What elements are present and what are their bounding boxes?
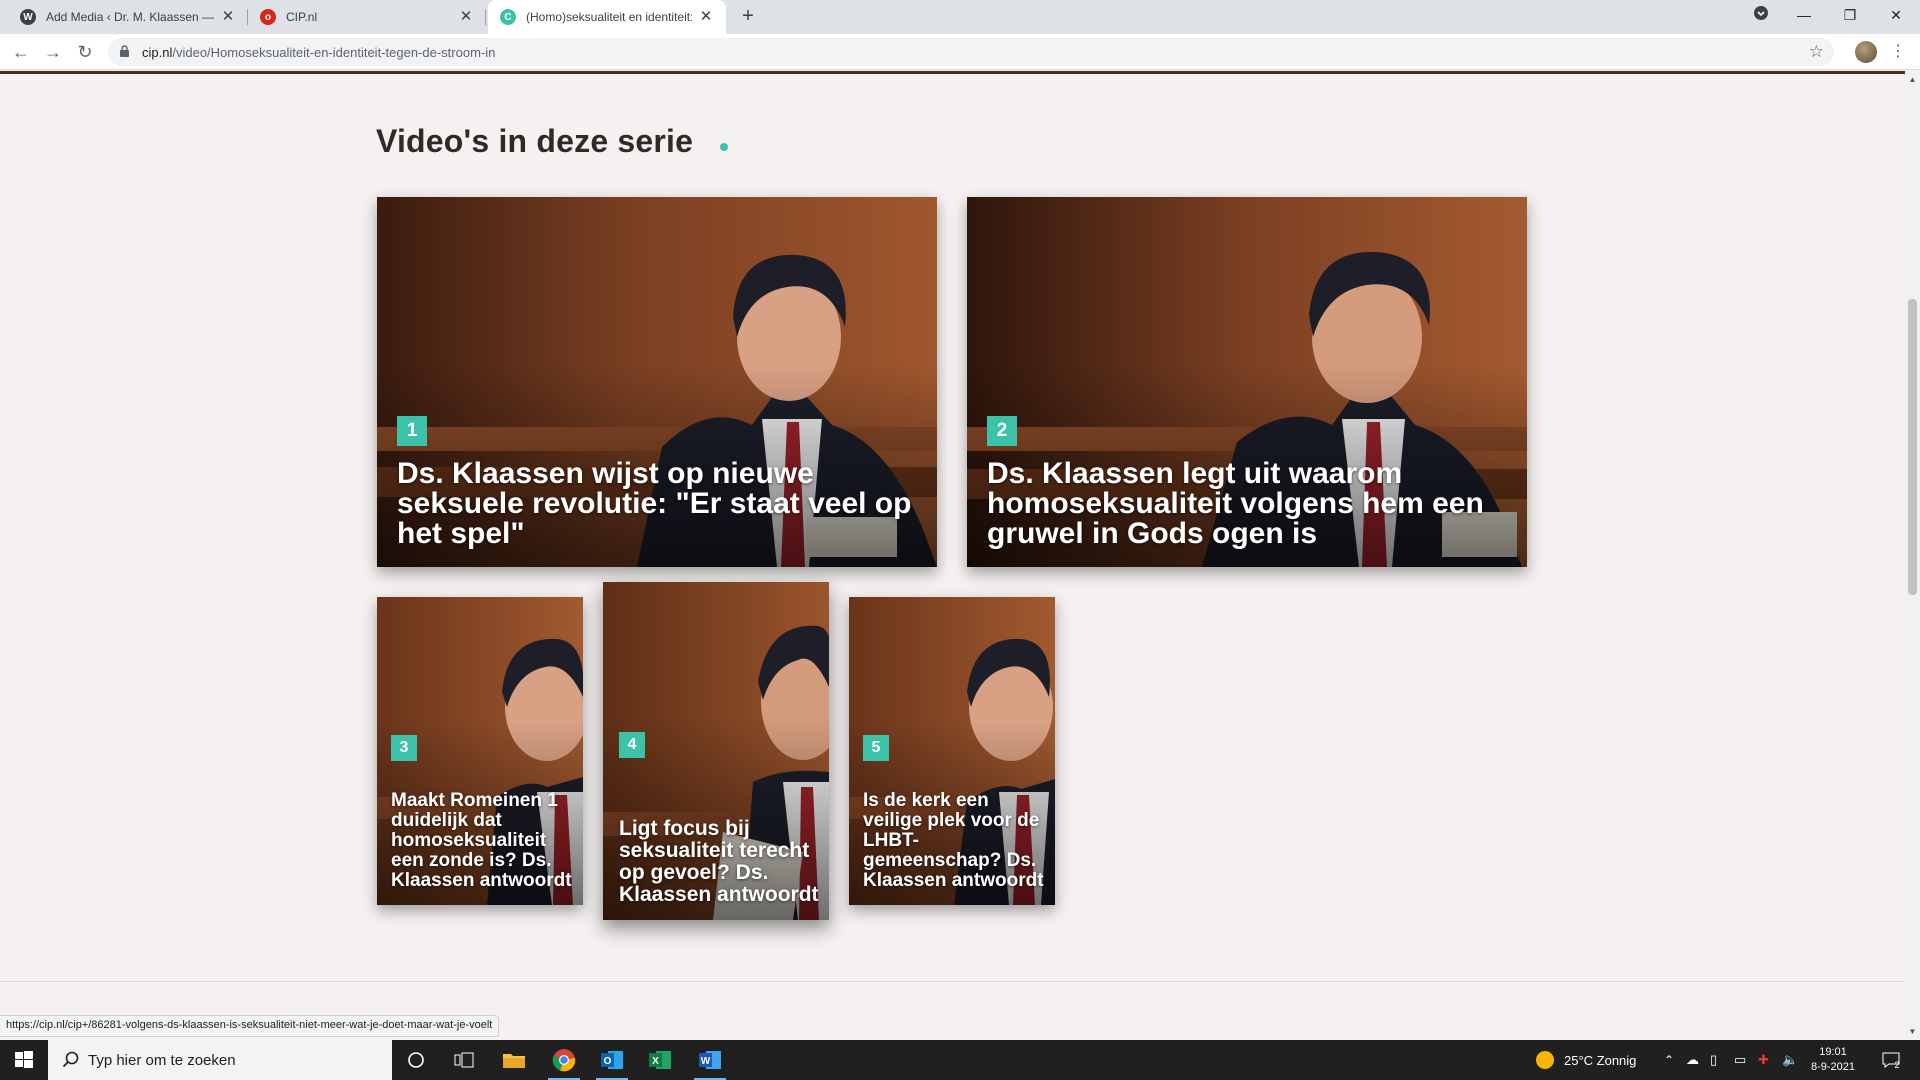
wordpress-icon: W [20, 9, 36, 25]
svg-text:X: X [652, 1056, 659, 1067]
taskbar: Typ hier om te zoeken O X W 25°C Zonnig … [0, 1040, 1920, 1080]
video-card-2[interactable]: 2 Ds. Klaassen legt uit waarom homoseksu… [967, 197, 1527, 567]
url-text: cip.nl/video/Homoseksualiteit-en-identit… [142, 45, 496, 60]
show-hidden-icons[interactable]: ⌃ [1664, 1040, 1674, 1080]
video-number-badge: 4 [619, 732, 645, 758]
close-tab-icon[interactable]: ✕ [220, 9, 236, 25]
status-bar-url: https://cip.nl/cip+/86281-volgens-ds-kla… [0, 1015, 500, 1037]
address-bar[interactable]: cip.nl/video/Homoseksualiteit-en-identit… [108, 38, 1834, 66]
video-title: Ds. Klaassen legt uit waarom homoseksual… [987, 457, 1484, 550]
security-icon[interactable]: ✚ [1758, 1040, 1769, 1080]
outlook-icon[interactable]: O [588, 1040, 636, 1080]
lock-icon [120, 45, 129, 57]
profile-avatar[interactable] [1855, 41, 1877, 63]
new-tab-button[interactable]: + [736, 5, 760, 29]
video-number-badge: 3 [391, 735, 417, 761]
svg-text:W: W [701, 1056, 711, 1067]
forward-icon[interactable]: → [40, 39, 66, 65]
windows-start-icon[interactable] [0, 1040, 48, 1080]
sun-icon [1536, 1051, 1554, 1069]
search-icon [62, 1051, 79, 1068]
back-icon[interactable]: ← [8, 39, 34, 65]
scroll-up-icon[interactable]: ▲ [1905, 75, 1920, 84]
volume-icon[interactable]: 🔈 [1782, 1040, 1798, 1080]
excel-icon[interactable]: X [636, 1040, 684, 1080]
tab-cip[interactable]: o CIP.nl ✕ [248, 0, 486, 34]
close-tab-icon[interactable]: ✕ [698, 9, 714, 25]
page-scrollbar[interactable]: ▲ ▼ [1905, 71, 1920, 1040]
cortana-icon[interactable] [392, 1040, 440, 1080]
svg-text:O: O [604, 1056, 612, 1067]
header-border [0, 71, 1905, 74]
video-card-3[interactable]: 3 Maakt Romeinen 1 duidelijk dat homosek… [377, 597, 583, 905]
bookmark-star-icon[interactable]: ☆ [1809, 42, 1824, 62]
video-card-1[interactable]: 1 Ds. Klaassen wijst op nieuwe seksuele … [377, 197, 937, 567]
video-card-4[interactable]: 4 Ligt focus bij seksualiteit terecht op… [603, 582, 829, 920]
video-title: Ds. Klaassen wijst op nieuwe seksuele re… [397, 457, 912, 550]
device-icon[interactable]: ▯ [1710, 1040, 1717, 1080]
word-icon[interactable]: W [686, 1040, 734, 1080]
section-title: Video's in deze serie [376, 123, 694, 159]
task-view-icon[interactable] [440, 1040, 488, 1080]
reload-icon[interactable]: ↻ [72, 39, 98, 65]
tab-search-icon[interactable] [1738, 0, 1784, 30]
video-title: Maakt Romeinen 1 duidelijk dat homoseksu… [391, 790, 572, 891]
close-window-icon[interactable]: ✕ [1873, 0, 1919, 30]
browser-tab-bar: W Add Media ‹ Dr. M. Klaassen — WordPres… [0, 0, 1920, 34]
scrollbar-thumb[interactable] [1908, 299, 1917, 595]
menu-icon[interactable]: ⋮ [1890, 41, 1906, 61]
network-icon[interactable]: ▭ [1734, 1040, 1746, 1080]
taskbar-search-box[interactable]: Typ hier om te zoeken [48, 1040, 392, 1080]
section-divider [0, 981, 1905, 982]
video-number-badge: 5 [863, 735, 889, 761]
video-title: Ligt focus bij seksualiteit terecht op g… [619, 817, 819, 906]
onedrive-icon[interactable]: ☁ [1686, 1040, 1699, 1080]
accent-dot [720, 143, 728, 151]
cip-c-icon: C [500, 9, 516, 25]
cip-icon: o [260, 9, 276, 25]
notifications-icon[interactable]: 2 [1876, 1040, 1906, 1080]
weather-widget[interactable]: 25°C Zonnig [1536, 1040, 1636, 1080]
page-content: Video's in deze serie 1 Ds. Klaassen wij… [0, 71, 1905, 1040]
video-number-badge: 2 [987, 416, 1017, 446]
minimize-icon[interactable]: — [1781, 0, 1827, 30]
restore-icon[interactable]: ❐ [1827, 0, 1873, 30]
video-card-5[interactable]: 5 Is de kerk een veilige plek voor de LH… [849, 597, 1055, 905]
clock[interactable]: 19:01 8-9-2021 [1806, 1040, 1860, 1080]
file-explorer-icon[interactable] [490, 1040, 538, 1080]
chrome-icon[interactable] [540, 1040, 588, 1080]
close-tab-icon[interactable]: ✕ [458, 9, 474, 25]
tab-add-media[interactable]: W Add Media ‹ Dr. M. Klaassen — WordPres… [8, 0, 248, 34]
browser-toolbar: ← → ↻ cip.nl/video/Homoseksualiteit-en-i… [0, 34, 1920, 70]
tab-video-series[interactable]: C (Homo)seksualiteit en identiteit: tege… [488, 0, 726, 34]
video-title: Is de kerk een veilige plek voor de LHBT… [863, 790, 1044, 891]
video-number-badge: 1 [397, 416, 427, 446]
scroll-down-icon[interactable]: ▼ [1905, 1027, 1920, 1036]
